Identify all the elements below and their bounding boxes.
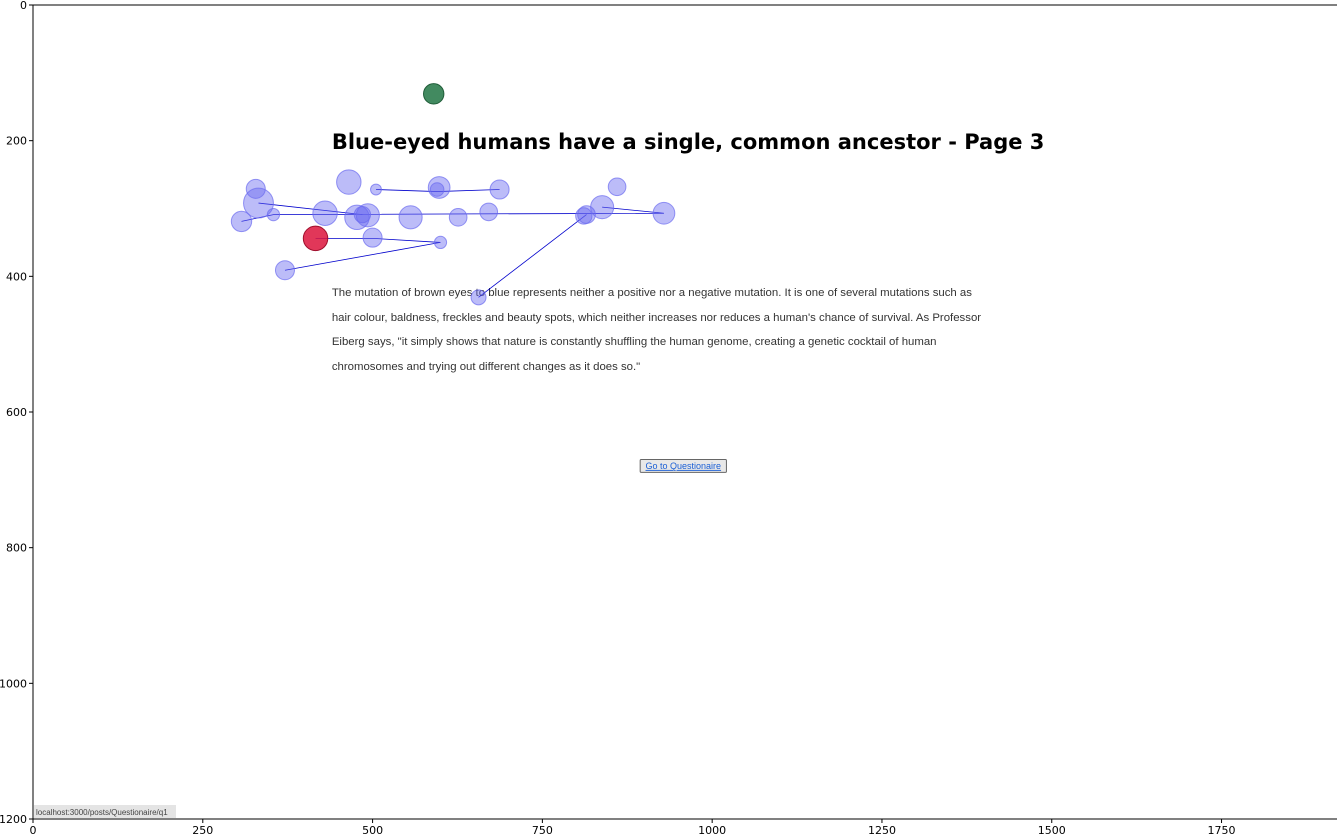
x-tick-label: 1250 — [868, 824, 896, 836]
y-tick-label: 1200 — [0, 813, 27, 826]
fixation-point — [362, 227, 383, 248]
fixation-point — [433, 235, 448, 250]
status-url: localhost:3000/posts/Questionaire/q1 — [36, 808, 168, 817]
end-point — [302, 225, 329, 252]
fixation-point — [448, 207, 468, 227]
y-tick-label: 1000 — [0, 677, 27, 690]
fixation-point — [230, 210, 253, 233]
x-tick-label: 250 — [192, 824, 213, 836]
paragraph-line: Eiberg says, "it simply shows that natur… — [332, 336, 937, 348]
fixation-point — [427, 176, 451, 199]
fixation-point — [590, 195, 615, 220]
y-tick-label: 800 — [6, 542, 27, 555]
go-to-questionaire-button[interactable]: Go to Questionaire — [639, 458, 727, 473]
fixation-point — [355, 203, 380, 228]
page-title: Blue-eyed humans have a single, common a… — [332, 130, 1045, 154]
paragraph-line: chromosomes and trying out different cha… — [332, 361, 640, 373]
fixation-point — [266, 207, 281, 222]
fixation-point — [479, 202, 499, 222]
fixation-point — [470, 289, 487, 306]
x-tick-label: 750 — [532, 824, 553, 836]
fixation-point — [607, 177, 627, 197]
x-tick-label: 1750 — [1208, 824, 1236, 836]
x-tick-label: 0 — [30, 824, 37, 836]
fixation-point — [312, 200, 338, 226]
fixation-point — [370, 183, 382, 196]
fixations — [230, 169, 676, 306]
axes — [32, 4, 1337, 820]
y-tick-label: 200 — [6, 135, 27, 148]
button-label: Go to Questionaire — [646, 461, 722, 471]
y-tick-label: 400 — [6, 270, 27, 283]
scanpath-chart: 0200400600800100012000 250 500 750 1000 1250 1… — [0, 0, 1337, 836]
x-tick-label: 500 — [362, 824, 383, 836]
paragraph-line: The mutation of brown eyes to blue repre… — [332, 287, 972, 299]
status-bar: localhost:3000/posts/Questionaire/q1 — [34, 805, 176, 818]
paragraph-line: hair colour, baldness, freckles and beau… — [332, 312, 981, 324]
y-tick-label: 0 — [20, 0, 27, 12]
fixation-point — [336, 169, 362, 195]
fixation-point — [652, 201, 676, 225]
x-tick-label: 1500 — [1038, 824, 1066, 836]
y-tick-label: 600 — [6, 406, 27, 419]
chart-stage: 0 200 400 600 800 1000 1200 0 250 500 750 1000 1250 1… — [0, 0, 1337, 836]
fixation-point — [274, 260, 295, 281]
fixation-point — [398, 205, 423, 230]
scanpath-segment — [478, 214, 587, 298]
start-point — [423, 83, 445, 105]
fixation-point — [489, 179, 510, 200]
x-tick-label: 1000 — [698, 824, 726, 836]
